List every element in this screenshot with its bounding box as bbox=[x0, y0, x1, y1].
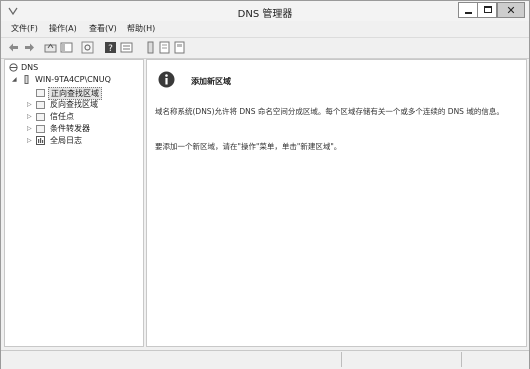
show-tree-icon[interactable] bbox=[60, 41, 73, 54]
status-bar bbox=[1, 350, 529, 369]
refresh-icon[interactable] bbox=[81, 41, 94, 54]
minimize-button[interactable] bbox=[458, 2, 478, 18]
forwarder-icon bbox=[36, 125, 45, 133]
server-icon[interactable] bbox=[144, 41, 157, 54]
log-icon bbox=[36, 136, 45, 145]
toolbar: ? bbox=[1, 37, 529, 59]
up-folder-icon[interactable] bbox=[44, 41, 57, 54]
collapse-arrow-icon[interactable]: ◢ bbox=[12, 76, 17, 83]
svg-text:?: ? bbox=[108, 44, 113, 54]
tree-node-global-logs[interactable]: 全局日志 bbox=[50, 135, 82, 146]
description-text: 域名称系统(DNS)允许将 DNS 命名空间分成区域。每个区域存储有关一个或多个… bbox=[155, 107, 504, 116]
tree-node-conditional-forwarders[interactable]: 条件转发器 bbox=[50, 123, 90, 134]
instruction-text: 要添加一个新区域，请在"操作"菜单，单击"新建区域"。 bbox=[155, 142, 342, 151]
console-tree: DNS ◢ WIN-9TA4CP\CNUQ 正向查找区域 ▷ 反向查找区域 ▷ … bbox=[4, 59, 144, 347]
content-heading: 添加新区域 bbox=[191, 77, 231, 86]
window-title: DNS 管理器 bbox=[237, 9, 293, 20]
forward-icon[interactable] bbox=[23, 41, 36, 54]
dns-root-icon bbox=[9, 63, 18, 72]
menu-view[interactable]: 查看(V) bbox=[89, 23, 117, 34]
menu-action[interactable]: 操作(A) bbox=[49, 23, 77, 34]
dns-manager-window: DNS 管理器 ✕ 文件(F) 操作(A) 查看(V) 帮助(H) ? DNS … bbox=[0, 0, 530, 369]
help-icon[interactable]: ? bbox=[104, 41, 117, 54]
tree-node-trust-points[interactable]: 信任点 bbox=[50, 111, 74, 122]
menu-help[interactable]: 帮助(H) bbox=[127, 23, 155, 34]
status-divider bbox=[461, 352, 462, 367]
expand-arrow-icon[interactable]: ▷ bbox=[27, 137, 32, 144]
tree-node-dns[interactable]: DNS bbox=[21, 62, 38, 73]
back-icon[interactable] bbox=[7, 41, 20, 54]
tree-node-server[interactable]: WIN-9TA4CP\CNUQ bbox=[35, 74, 111, 85]
status-divider bbox=[341, 352, 342, 367]
details-pane: 添加新区域 域名称系统(DNS)允许将 DNS 命名空间分成区域。每个区域存储有… bbox=[146, 59, 527, 347]
maximize-button[interactable] bbox=[477, 2, 497, 18]
expand-arrow-icon[interactable]: ▷ bbox=[27, 101, 32, 108]
info-icon bbox=[158, 71, 175, 88]
menu-bar: 文件(F) 操作(A) 查看(V) 帮助(H) bbox=[1, 21, 529, 36]
close-button[interactable]: ✕ bbox=[497, 2, 525, 18]
trust-point-icon bbox=[36, 113, 45, 121]
tree-node-reverse-lookup[interactable]: 反向查找区域 bbox=[50, 99, 98, 110]
content-header: 添加新区域 bbox=[147, 60, 526, 97]
expand-arrow-icon[interactable]: ▷ bbox=[27, 113, 32, 120]
minimize-icon bbox=[465, 12, 472, 14]
menu-file[interactable]: 文件(F) bbox=[11, 23, 38, 34]
expand-arrow-icon[interactable]: ▷ bbox=[27, 125, 32, 132]
zone-folder-icon bbox=[36, 89, 45, 97]
zone-folder-icon bbox=[36, 101, 45, 109]
properties-icon[interactable] bbox=[120, 41, 133, 54]
close-icon: ✕ bbox=[506, 4, 516, 17]
zone-icon[interactable] bbox=[158, 41, 171, 54]
server-node-icon bbox=[24, 75, 29, 84]
records-icon[interactable] bbox=[173, 41, 186, 54]
maximize-icon bbox=[484, 6, 492, 13]
title-bar[interactable]: DNS 管理器 ✕ bbox=[1, 1, 529, 21]
